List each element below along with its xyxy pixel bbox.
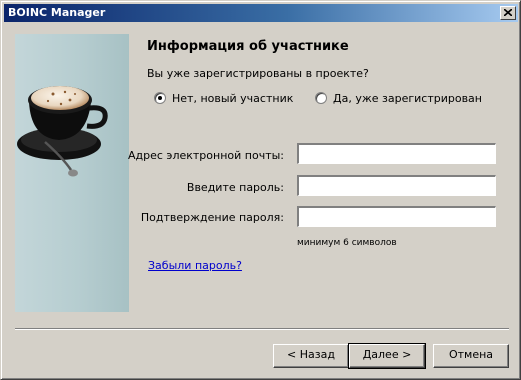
coffee-cup-image: [17, 86, 108, 177]
radio-button-new[interactable]: [154, 92, 166, 104]
separator: [15, 328, 509, 330]
title-bar[interactable]: BOINC Manager: [4, 4, 518, 22]
confirm-password-label: Подтверждение пароля:: [140, 211, 284, 224]
window-title: BOINC Manager: [8, 6, 106, 19]
forgot-password-link[interactable]: Забыли пароль?: [148, 259, 242, 272]
email-label: Адрес электронной почты:: [127, 149, 284, 162]
radio-new-label[interactable]: Нет, новый участник: [172, 92, 293, 105]
cancel-button[interactable]: Отмена: [433, 344, 509, 368]
close-button[interactable]: [500, 6, 516, 20]
back-button[interactable]: < Назад: [273, 344, 349, 368]
close-icon: [504, 9, 512, 16]
side-image-panel: [15, 34, 129, 312]
radio-button-existing[interactable]: [315, 92, 327, 104]
radio-selected-dot: [158, 96, 162, 100]
password-label: Введите пароль:: [186, 181, 284, 194]
page-title: Информация об участнике: [147, 39, 349, 54]
radio-existing-label[interactable]: Да, уже зарегистрирован: [333, 92, 482, 105]
next-button[interactable]: Далее >: [348, 343, 426, 369]
password-hint: минимум 6 символов: [297, 238, 397, 248]
registration-question: Вы уже зарегистрированы в проекте?: [147, 67, 369, 80]
email-field[interactable]: [296, 142, 497, 165]
password-field[interactable]: [296, 174, 497, 197]
boinc-manager-window: BOINC Manager Информация об участнике Вы…: [0, 0, 521, 380]
confirm-password-field[interactable]: [296, 205, 497, 228]
